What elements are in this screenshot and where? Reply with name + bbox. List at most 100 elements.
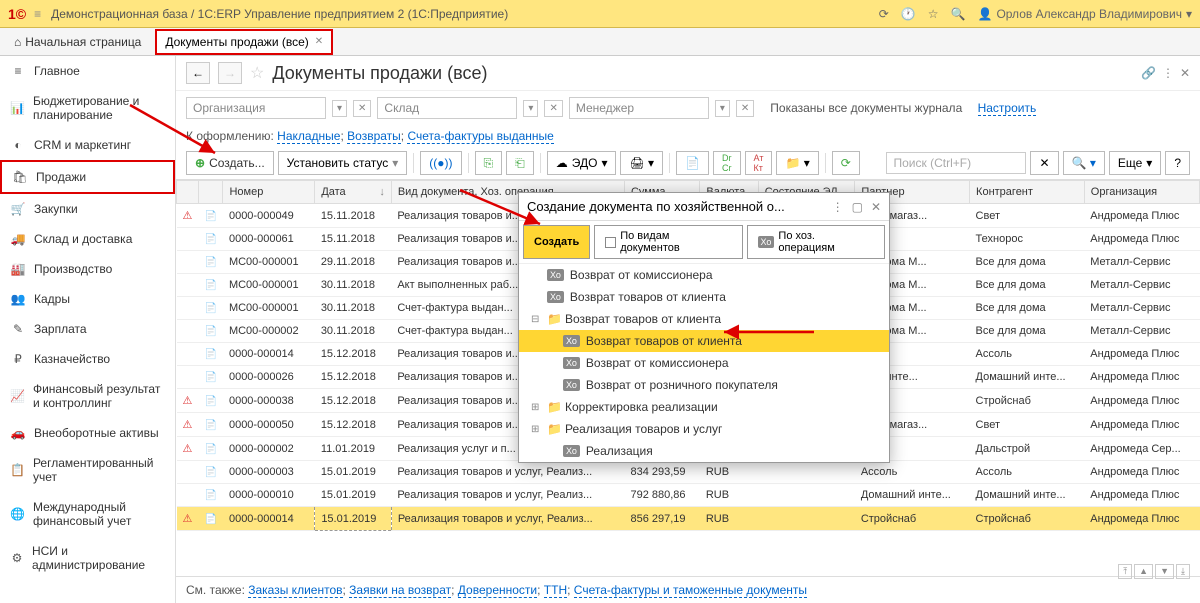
footer-link[interactable]: Счета-фактуры и таможенные документы bbox=[574, 583, 807, 598]
footer-link[interactable]: Заказы клиентов bbox=[248, 583, 342, 598]
column-header[interactable]: Контрагент bbox=[970, 181, 1085, 204]
menu-icon[interactable]: ≡ bbox=[34, 7, 41, 21]
scroll-top-icon[interactable]: ⤒ bbox=[1118, 564, 1132, 579]
sidebar-item[interactable]: ₽Казначейство bbox=[0, 344, 175, 374]
list-group[interactable]: ⊞📁Реализация товаров и услуг bbox=[519, 418, 889, 440]
list-group[interactable]: ⊞📁Корректировка реализации bbox=[519, 396, 889, 418]
sidebar-item[interactable]: ◐CRM и маркетинг bbox=[0, 130, 175, 160]
search-button[interactable]: 🔍 ▾ bbox=[1063, 151, 1105, 175]
scroll-up-icon[interactable]: ▲ bbox=[1134, 564, 1153, 579]
create-button[interactable]: ⊕Создать... bbox=[186, 151, 274, 175]
list-item[interactable]: ХоВозврат товаров от клиента bbox=[519, 286, 889, 308]
clear-icon[interactable]: ✕ bbox=[736, 100, 754, 117]
column-header[interactable]: Номер bbox=[223, 181, 315, 204]
table-row[interactable]: ⚠📄0000-00001415.01.2019Реализация товаро… bbox=[177, 507, 1200, 531]
broadcast-icon[interactable]: ((●)) bbox=[420, 151, 461, 175]
folder-icon: 📁 bbox=[547, 422, 559, 436]
sidebar-item[interactable]: 📋Регламентированный учет bbox=[0, 448, 175, 492]
sidebar-item[interactable]: 📈Финансовый результат и контроллинг bbox=[0, 374, 175, 418]
cell: Ассоль bbox=[855, 461, 970, 484]
sidebar-item[interactable]: 🛒Закупки bbox=[0, 194, 175, 224]
dropdown-icon[interactable]: ▾ bbox=[715, 100, 730, 117]
tab-home[interactable]: ⌂ Начальная страница bbox=[8, 35, 147, 49]
by-documents-toggle[interactable]: По видам документов bbox=[594, 225, 742, 259]
folder-icon[interactable]: 📁 ▾ bbox=[776, 151, 818, 175]
more-button[interactable]: Еще ▾ bbox=[1109, 151, 1161, 175]
sidebar-item[interactable]: 🛍Продажи bbox=[0, 160, 175, 194]
footer-link[interactable]: Доверенности bbox=[458, 583, 537, 598]
sidebar-item[interactable]: 👥Кадры bbox=[0, 284, 175, 314]
more-icon[interactable]: ⋮ bbox=[832, 200, 844, 214]
help-button[interactable]: ? bbox=[1165, 151, 1190, 175]
report-icon[interactable]: 📄 bbox=[676, 151, 709, 175]
forward-button[interactable]: → bbox=[218, 62, 242, 84]
sidebar-item[interactable]: ⚙НСИ и администрирование bbox=[0, 536, 175, 580]
column-header[interactable] bbox=[177, 181, 199, 204]
cell: RUB bbox=[700, 484, 758, 507]
configure-link[interactable]: Настроить bbox=[978, 101, 1037, 116]
column-header[interactable]: Дата ↓ bbox=[315, 181, 392, 204]
minus-icon[interactable]: ⊟ bbox=[531, 314, 541, 325]
more-icon[interactable]: ⋮ bbox=[1162, 66, 1174, 80]
table-row[interactable]: 📄0000-00001015.01.2019Реализация товаров… bbox=[177, 484, 1200, 507]
table-row[interactable]: 📄0000-00000315.01.2019Реализация товаров… bbox=[177, 461, 1200, 484]
scroll-down-icon[interactable]: ▼ bbox=[1155, 564, 1174, 579]
at-kt-icon[interactable]: АтКт bbox=[745, 151, 773, 175]
clear-search-icon[interactable]: ✕ bbox=[1030, 151, 1058, 175]
list-item[interactable]: ХоВозврат товаров от клиента bbox=[519, 330, 889, 352]
clear-icon[interactable]: ✕ bbox=[544, 100, 562, 117]
sidebar-item[interactable]: 🚚Склад и доставка bbox=[0, 224, 175, 254]
manager-filter[interactable]: Менеджер bbox=[569, 97, 709, 119]
list-item[interactable]: ХоВозврат от розничного покупателя bbox=[519, 374, 889, 396]
org-filter[interactable]: Организация bbox=[186, 97, 326, 119]
link-icon[interactable]: 🔗 bbox=[1141, 66, 1156, 80]
column-header[interactable]: Организация bbox=[1084, 181, 1199, 204]
list-item[interactable]: ХоВозврат от комиссионера bbox=[519, 264, 889, 286]
footer-link[interactable]: ТТН bbox=[544, 583, 567, 598]
copy-icon[interactable]: ⎘ bbox=[475, 151, 503, 175]
sidebar-item[interactable]: ≡Главное bbox=[0, 56, 175, 86]
history-icon[interactable]: 🕐 bbox=[901, 7, 916, 21]
dropdown-icon[interactable]: ▾ bbox=[332, 100, 347, 117]
by-operations-toggle[interactable]: ХоПо хоз. операциям bbox=[747, 225, 886, 259]
sidebar-item[interactable]: 🌐Международный финансовый учет bbox=[0, 492, 175, 536]
toolbar: ⊕Создать... Установить статус ▾ ((●)) ⎘ … bbox=[176, 147, 1200, 180]
sidebar-item[interactable]: 📊Бюджетирование и планирование bbox=[0, 86, 175, 130]
print-icon[interactable]: 🖨 ▾ bbox=[620, 151, 663, 175]
list-item[interactable]: ХоВозврат от комиссионера bbox=[519, 352, 889, 374]
dr-cr-icon[interactable]: DrCr bbox=[713, 151, 741, 175]
search-input[interactable]: Поиск (Ctrl+F) bbox=[886, 152, 1026, 174]
column-header[interactable] bbox=[199, 181, 223, 204]
search-icon[interactable]: 🔍 bbox=[951, 7, 966, 21]
star-icon[interactable]: ☆ bbox=[928, 7, 939, 21]
pending-link-factures[interactable]: Счета-фактуры выданные bbox=[407, 129, 553, 144]
reload-icon[interactable]: ⟳ bbox=[879, 7, 889, 21]
back-button[interactable]: ← bbox=[186, 62, 210, 84]
list-group[interactable]: ⊟📁Возврат товаров от клиента bbox=[519, 308, 889, 330]
sidebar-item[interactable]: 🏭Производство bbox=[0, 254, 175, 284]
close-icon[interactable]: ✕ bbox=[871, 200, 881, 214]
close-icon[interactable]: ✕ bbox=[1180, 66, 1190, 80]
sidebar-item[interactable]: ✎Зарплата bbox=[0, 314, 175, 344]
footer-link[interactable]: Заявки на возврат bbox=[349, 583, 451, 598]
clear-icon[interactable]: ✕ bbox=[353, 100, 371, 117]
user-menu[interactable]: 👤 Орлов Александр Владимирович ▾ bbox=[978, 7, 1193, 21]
sidebar-item[interactable]: 🚗Внеоборотные активы bbox=[0, 418, 175, 448]
refresh-icon[interactable]: ⟳ bbox=[832, 151, 860, 175]
pending-link-invoices[interactable]: Накладные bbox=[277, 129, 340, 144]
plus-icon[interactable]: ⊞ bbox=[531, 424, 541, 435]
edo-button[interactable]: ☁ ЭДО ▾ bbox=[547, 151, 617, 175]
plus-icon[interactable]: ⊞ bbox=[531, 402, 541, 413]
scroll-bottom-icon[interactable]: ⤓ bbox=[1176, 564, 1190, 579]
star-icon[interactable]: ☆ bbox=[250, 63, 264, 83]
warehouse-filter[interactable]: Склад bbox=[377, 97, 517, 119]
link-icon[interactable]: ⎗ bbox=[506, 151, 534, 175]
dropdown-icon[interactable]: ▾ bbox=[523, 100, 538, 117]
dialog-create-button[interactable]: Создать bbox=[523, 225, 590, 259]
window-icon[interactable]: ▢ bbox=[852, 200, 863, 214]
set-status-button[interactable]: Установить статус ▾ bbox=[278, 151, 408, 175]
list-item[interactable]: ХоРеализация bbox=[519, 440, 889, 462]
close-icon[interactable]: ✕ bbox=[315, 36, 323, 47]
tab-sales-documents[interactable]: Документы продажи (все) ✕ bbox=[155, 29, 333, 55]
pending-link-returns[interactable]: Возвраты bbox=[347, 129, 401, 144]
